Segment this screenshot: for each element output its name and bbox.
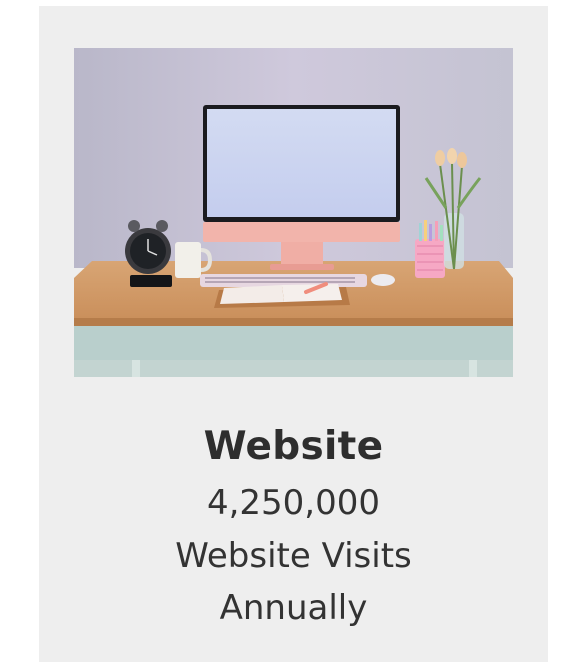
stat-label: Website Visits (175, 536, 412, 576)
workspace-photo (74, 48, 513, 377)
card-title: Website (203, 424, 384, 469)
stat-value: 4,250,000 (206, 483, 381, 523)
stat-period: Annually (219, 588, 368, 628)
website-stat-card: Website 4,250,000 Website Visits Annuall… (39, 6, 548, 662)
